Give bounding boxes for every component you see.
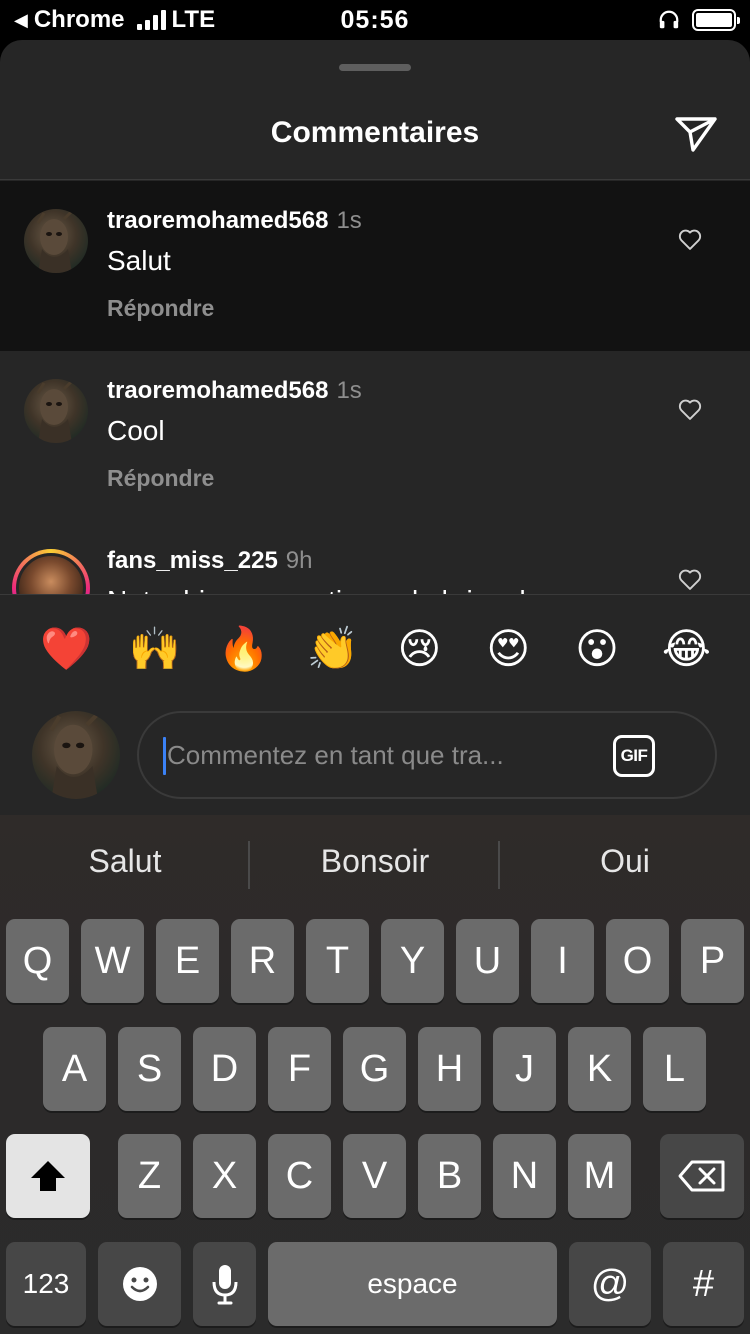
sheet-header: Commentaires	[0, 80, 750, 180]
gif-button[interactable]: GIF	[613, 735, 655, 777]
comment-username[interactable]: traoremohamed568	[107, 377, 328, 404]
microphone-icon	[212, 1265, 237, 1305]
backspace-icon	[678, 1160, 725, 1192]
key-t[interactable]: T	[306, 919, 369, 1003]
comment-input-placeholder: Commentez en tant que tra...	[167, 740, 504, 770]
key-m[interactable]: M	[568, 1134, 631, 1218]
key-x[interactable]: X	[193, 1134, 256, 1218]
current-user-avatar	[32, 711, 120, 799]
emoji-heart-eyes[interactable]: 😍	[484, 625, 532, 673]
sheet-title: Commentaires	[270, 116, 480, 149]
key-q[interactable]: Q	[6, 919, 69, 1003]
at-key[interactable]: @	[569, 1242, 651, 1326]
key-p[interactable]: P	[681, 919, 744, 1003]
suggestion-item[interactable]: Salut	[0, 843, 250, 880]
key-b[interactable]: B	[418, 1134, 481, 1218]
share-paper-plane-icon[interactable]	[672, 110, 720, 158]
key-j[interactable]: J	[493, 1027, 556, 1111]
key-f[interactable]: F	[268, 1027, 331, 1111]
key-g[interactable]: G	[343, 1027, 406, 1111]
key-o[interactable]: O	[606, 919, 669, 1003]
drag-handle[interactable]	[339, 64, 411, 71]
key-v[interactable]: V	[343, 1134, 406, 1218]
back-app-label: Chrome	[33, 6, 125, 33]
comment-input[interactable]: Commentez en tant que tra... GIF	[137, 711, 717, 799]
emoji-laughing[interactable]: 😂	[662, 625, 711, 673]
predictive-bar: Salut Bonsoir Oui	[0, 815, 750, 915]
key-c[interactable]: C	[268, 1134, 331, 1218]
space-key[interactable]: espace	[268, 1242, 557, 1326]
heart-icon[interactable]	[676, 395, 704, 423]
key-u[interactable]: U	[456, 919, 519, 1003]
comment-text: Salut	[107, 245, 171, 276]
status-bar: ◀ Chrome LTE 05:56	[0, 0, 750, 40]
heart-icon[interactable]	[676, 225, 704, 253]
heart-icon[interactable]	[676, 565, 704, 593]
key-w[interactable]: W	[81, 919, 144, 1003]
backspace-key[interactable]	[660, 1134, 744, 1218]
back-to-app[interactable]: ◀ Chrome LTE	[14, 6, 215, 34]
reply-button[interactable]: Répondre	[107, 295, 214, 322]
suggestion-item[interactable]: Oui	[500, 843, 750, 880]
hash-key[interactable]: #	[663, 1242, 744, 1326]
key-s[interactable]: S	[118, 1027, 181, 1111]
key-h[interactable]: H	[418, 1027, 481, 1111]
key-r[interactable]: R	[231, 919, 294, 1003]
shift-key[interactable]	[6, 1134, 90, 1218]
comment-item[interactable]: traoremohamed568 1s Salut Répondre	[0, 181, 750, 351]
comment-text: Cool	[107, 415, 165, 446]
key-n[interactable]: N	[493, 1134, 556, 1218]
comment-time: 1s	[336, 377, 362, 404]
text-caret	[163, 737, 166, 775]
comment-time: 9h	[285, 547, 313, 574]
emoji-crying[interactable]: 😢	[395, 625, 443, 673]
reply-button[interactable]: Répondre	[107, 465, 214, 492]
dictation-key[interactable]	[193, 1242, 256, 1326]
network-label: LTE	[171, 6, 216, 33]
key-d[interactable]: D	[193, 1027, 256, 1111]
key-z[interactable]: Z	[118, 1134, 181, 1218]
key-y[interactable]: Y	[381, 919, 444, 1003]
emoji-smiley-icon	[122, 1267, 157, 1301]
key-a[interactable]: A	[43, 1027, 106, 1111]
comment-composer: ❤️ 🙌 🔥 👏 😢 😍 😮 😂 Commentez en tant que t…	[0, 594, 750, 815]
comment-username[interactable]: traoremohamed568	[107, 207, 328, 234]
key-e[interactable]: E	[156, 919, 219, 1003]
shift-arrow-icon	[31, 1161, 65, 1191]
numbers-key[interactable]: 123	[6, 1242, 86, 1326]
comment-time: 1s	[336, 207, 362, 234]
key-i[interactable]: I	[531, 919, 594, 1003]
emoji-clapping[interactable]: 👏	[307, 625, 359, 673]
emoji-fire[interactable]: 🔥	[218, 625, 270, 673]
headphones-icon	[659, 10, 679, 29]
emoji-raising-hands[interactable]: 🙌	[129, 625, 181, 673]
back-arrow-icon: ◀	[14, 9, 28, 30]
key-l[interactable]: L	[643, 1027, 706, 1111]
suggestion-item[interactable]: Bonsoir	[250, 843, 500, 880]
emoji-heart[interactable]: ❤️	[40, 625, 92, 673]
battery-icon	[692, 9, 740, 31]
comment-username[interactable]: fans_miss_225	[107, 547, 278, 574]
emoji-reaction-bar: ❤️ 🙌 🔥 👏 😢 😍 😮 😂	[0, 625, 750, 673]
signal-icon	[136, 10, 166, 30]
emoji-surprised[interactable]: 😮	[573, 625, 621, 673]
avatar[interactable]	[24, 209, 88, 273]
key-k[interactable]: K	[568, 1027, 631, 1111]
comment-item[interactable]: traoremohamed568 1s Cool Répondre	[0, 351, 750, 521]
emoji-key[interactable]	[98, 1242, 181, 1326]
keyboard: Salut Bonsoir Oui Q W E R T Y U I O P A …	[0, 815, 750, 1334]
avatar[interactable]	[24, 379, 88, 443]
